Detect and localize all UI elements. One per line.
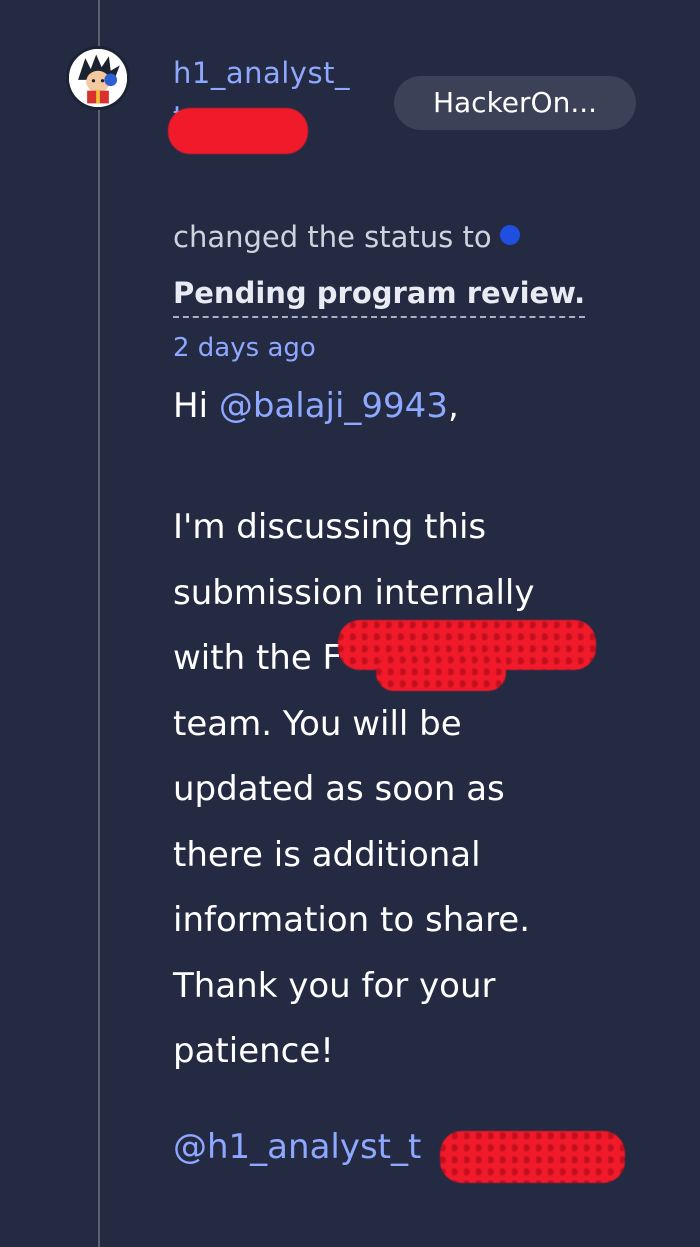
org-badge[interactable]: HackerOn... [394,76,636,130]
status-value[interactable]: Pending program review. [173,276,586,318]
redaction-mark [376,655,506,691]
body-line: team. You will be [173,703,462,744]
status-change-line: changed the status to [173,220,520,254]
greeting-prefix: Hi [173,386,219,426]
body-line: submission internally [173,572,535,613]
status-dot-icon [499,225,520,245]
author-avatar[interactable] [66,46,130,110]
redaction-mark [168,108,308,154]
body-line: information to share. [173,900,531,940]
mention-link[interactable]: @balaji_9943 [219,386,448,426]
status-action-text: changed the status to [173,220,492,254]
body-line: there is additional [173,834,481,875]
greeting-suffix: , [447,386,459,426]
author-name[interactable]: h1_analyst_ [173,56,350,90]
timestamp[interactable]: 2 days ago [173,333,316,363]
timeline-line [98,0,100,1247]
body-line: updated as soon as [173,769,505,809]
comment-body: I'm discussing this submission internall… [173,495,643,1085]
signature-mention[interactable]: @h1_analyst_t [173,1127,421,1167]
greeting-line: Hi @balaji_9943, [173,386,459,426]
avatar-image [69,49,127,107]
body-line: patience! [173,1031,334,1071]
body-line: I'm discussing this [173,507,487,547]
body-line: Thank you for your [173,965,496,1006]
redaction-mark [440,1131,625,1183]
